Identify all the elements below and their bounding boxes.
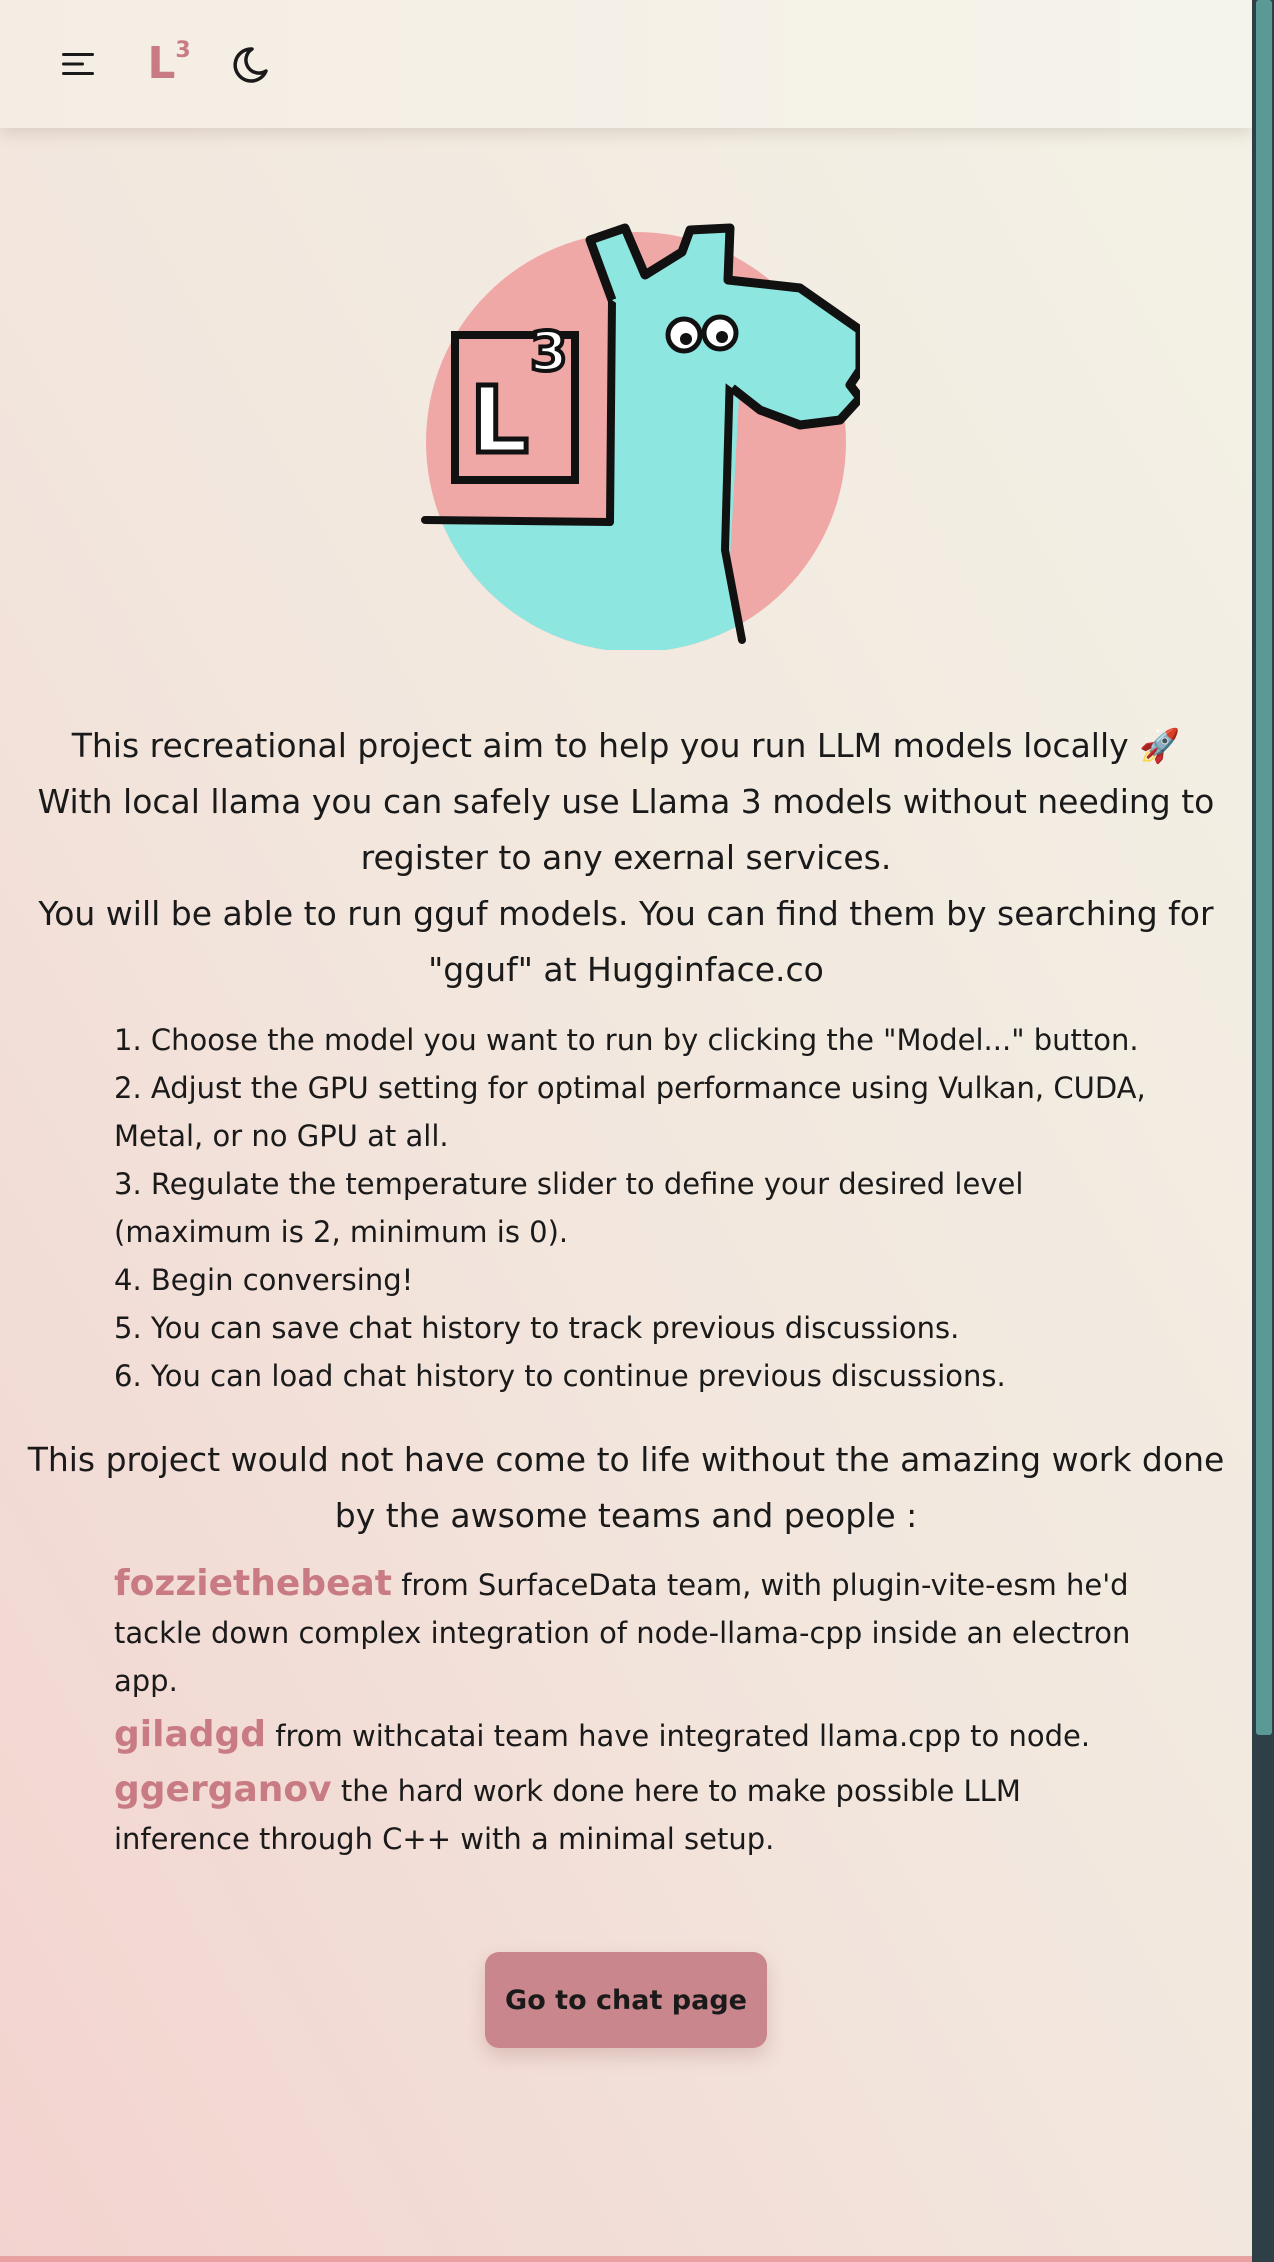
top-bar: L3: [0, 0, 1252, 128]
logo-button[interactable]: L3: [142, 36, 196, 92]
menu-icon: [62, 53, 94, 75]
step-item: 3. Regulate the temperature slider to de…: [114, 1167, 1024, 1249]
svg-text:L: L: [470, 367, 529, 474]
svg-text:3: 3: [530, 320, 568, 383]
step-item: 5. You can save chat history to track pr…: [114, 1311, 960, 1345]
llama-mascot-logo: L 3: [421, 223, 865, 652]
scrollbar-thumb[interactable]: [1256, 0, 1272, 1735]
menu-button[interactable]: [52, 40, 104, 88]
credit-item: fozziethebeat from SurfaceData team, wit…: [114, 1560, 1154, 1705]
acknowledgement-text: This project would not have come to life…: [27, 1440, 1225, 1535]
intro-line-2: With local llama you can safely use Llam…: [37, 782, 1215, 877]
moon-icon: [233, 47, 268, 83]
step-item: 4. Begin conversing!: [114, 1263, 414, 1297]
step-item: 2. Adjust the GPU setting for optimal pe…: [114, 1071, 1146, 1153]
step-item: 1. Choose the model you want to run by c…: [114, 1023, 1139, 1057]
intro-line-3: You will be able to run gguf models. You…: [38, 894, 1214, 989]
bottom-divider: [0, 2256, 1252, 2262]
intro-text: This recreational project aim to help yo…: [30, 718, 1222, 998]
credit-description: from withcatai team have integrated llam…: [266, 1719, 1091, 1753]
credit-item: ggerganov the hard work done here to mak…: [114, 1766, 1154, 1863]
page: L3 L 3 This recreational project aim to …: [0, 0, 1252, 2262]
credit-item: giladgd from withcatai team have integra…: [114, 1711, 1154, 1760]
credit-link-giladgd[interactable]: giladgd: [114, 1714, 266, 1755]
theme-toggle-button[interactable]: [224, 40, 276, 90]
hero-image: L 3: [420, 220, 865, 652]
credit-link-ggerganov[interactable]: ggerganov: [114, 1769, 332, 1810]
credits-list: fozziethebeat from SurfaceData team, wit…: [114, 1560, 1154, 1869]
steps-list: 1. Choose the model you want to run by c…: [114, 1016, 1154, 1400]
credit-link-fozziethebeat[interactable]: fozziethebeat: [114, 1563, 392, 1604]
step-item: 6. You can load chat history to continue…: [114, 1359, 1006, 1393]
app-logo: L3: [147, 38, 191, 89]
scrollbar[interactable]: [1252, 0, 1274, 2262]
intro-line-1: This recreational project aim to help yo…: [71, 726, 1181, 765]
go-to-chat-button[interactable]: Go to chat page: [485, 1952, 767, 2048]
